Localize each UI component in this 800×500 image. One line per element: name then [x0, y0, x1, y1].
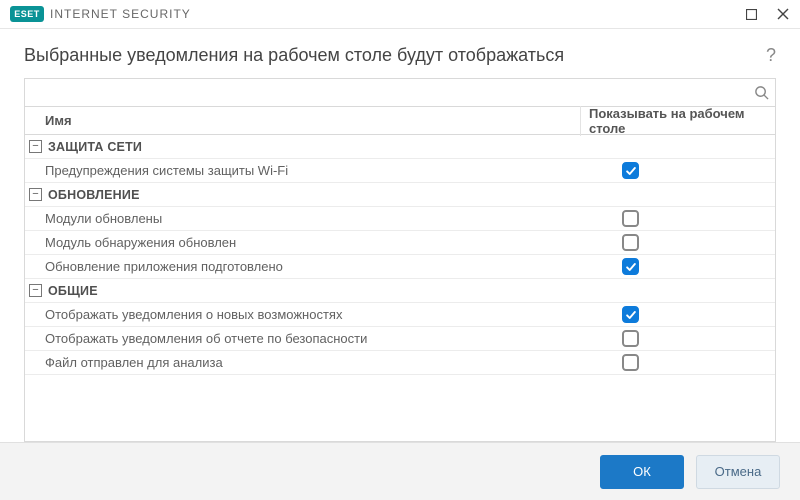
product-name: INTERNET SECURITY	[50, 7, 191, 21]
rows-container: −ЗАЩИТА СЕТИПредупреждения системы защит…	[25, 135, 775, 375]
collapse-toggle[interactable]: −	[29, 284, 42, 297]
group-header-general: −ОБЩИЕ	[25, 279, 775, 303]
notification-row: Обновление приложения подготовлено	[25, 255, 775, 279]
cancel-button[interactable]: Отмена	[696, 455, 780, 489]
row-label: Отображать уведомления о новых возможнос…	[25, 307, 580, 322]
col-show: Показывать на рабочем столе	[580, 106, 775, 136]
show-checkbox[interactable]	[622, 306, 639, 323]
notifications-panel: Имя Показывать на рабочем столе −ЗАЩИТА …	[24, 78, 776, 442]
notification-row: Файл отправлен для анализа	[25, 351, 775, 375]
group-label: ОБНОВЛЕНИЕ	[48, 188, 140, 202]
titlebar: ESET INTERNET SECURITY	[0, 0, 800, 29]
notification-row: Отображать уведомления об отчете по безо…	[25, 327, 775, 351]
row-label: Модули обновлены	[25, 211, 580, 226]
show-checkbox[interactable]	[622, 354, 639, 371]
show-checkbox[interactable]	[622, 234, 639, 251]
ok-button[interactable]: ОК	[600, 455, 684, 489]
notification-row: Модуль обнаружения обновлен	[25, 231, 775, 255]
dialog-footer: ОК Отмена	[0, 442, 800, 500]
notification-row: Модули обновлены	[25, 207, 775, 231]
notification-row: Предупреждения системы защиты Wi-Fi	[25, 159, 775, 183]
window-controls	[744, 7, 790, 21]
collapse-toggle[interactable]: −	[29, 140, 42, 153]
show-checkbox[interactable]	[622, 162, 639, 179]
search-input[interactable]	[33, 85, 754, 100]
maximize-button[interactable]	[744, 7, 758, 21]
page-title: Выбранные уведомления на рабочем столе б…	[24, 45, 564, 66]
group-header-update: −ОБНОВЛЕНИЕ	[25, 183, 775, 207]
search-row	[25, 79, 775, 107]
row-label: Модуль обнаружения обновлен	[25, 235, 580, 250]
row-label: Файл отправлен для анализа	[25, 355, 580, 370]
group-label: ЗАЩИТА СЕТИ	[48, 140, 142, 154]
show-checkbox[interactable]	[622, 330, 639, 347]
collapse-toggle[interactable]: −	[29, 188, 42, 201]
page-header: Выбранные уведомления на рабочем столе б…	[0, 29, 800, 78]
row-label: Обновление приложения подготовлено	[25, 259, 580, 274]
brand-badge: ESET	[10, 6, 44, 22]
help-icon[interactable]: ?	[766, 45, 776, 66]
show-checkbox[interactable]	[622, 258, 639, 275]
col-name: Имя	[25, 113, 580, 128]
column-headers: Имя Показывать на рабочем столе	[25, 107, 775, 135]
brand-logo: ESET INTERNET SECURITY	[10, 6, 191, 22]
row-label: Отображать уведомления об отчете по безо…	[25, 331, 580, 346]
group-label: ОБЩИЕ	[48, 284, 98, 298]
show-checkbox[interactable]	[622, 210, 639, 227]
group-header-network: −ЗАЩИТА СЕТИ	[25, 135, 775, 159]
search-icon[interactable]	[754, 85, 769, 100]
close-button[interactable]	[776, 7, 790, 21]
row-label: Предупреждения системы защиты Wi-Fi	[25, 163, 580, 178]
notification-row: Отображать уведомления о новых возможнос…	[25, 303, 775, 327]
